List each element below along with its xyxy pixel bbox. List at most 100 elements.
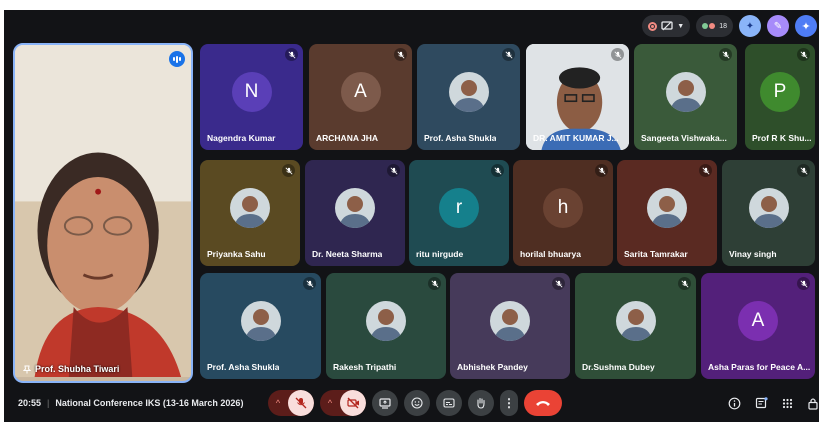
mic-off-icon (797, 164, 810, 177)
participants-button[interactable]: 18 (696, 15, 733, 37)
participant-tile[interactable]: Priyanka Sahu (200, 160, 300, 266)
participant-name: Abhishek Pandey (457, 362, 528, 372)
participant-count: 18 (719, 22, 727, 30)
mic-off-icon (387, 164, 400, 177)
host-controls-icon[interactable] (807, 397, 819, 410)
participant-name: Sarita Tamrakar (624, 249, 688, 259)
mic-off-icon (502, 48, 515, 61)
camera-options-button[interactable]: ^ (320, 390, 340, 416)
participant-name: Rakesh Tripathi (333, 362, 397, 372)
meeting-info: 20:55 | National Conference IKS (13-16 M… (18, 398, 243, 408)
gemini-icon: ✦ (801, 20, 811, 33)
participant-tile[interactable]: DR. AMIT KUMAR J... (526, 44, 629, 150)
meeting-title: National Conference IKS (13-16 March 202… (55, 398, 244, 408)
participant-tile[interactable]: N Nagendra Kumar (200, 44, 303, 150)
mic-off-icon (428, 277, 441, 290)
pinned-participant-tile[interactable]: Prof. Shubha Tiwari (13, 43, 193, 383)
camera-control: ^ (320, 390, 366, 416)
mic-toggle-button[interactable] (288, 390, 314, 416)
avatar (490, 300, 530, 341)
clock-time: 20:55 (18, 398, 42, 408)
participant-name: ARCHANA JHA (316, 133, 379, 143)
avatar: r (439, 187, 479, 228)
mic-off-icon (491, 164, 504, 177)
meeting-stage: ▼ 18 ✦ ✎ ✦ Prof. Shubha Tiwari N Nagendr… (4, 10, 819, 422)
participant-tile[interactable]: h horilal bhuarya (513, 160, 613, 266)
recording-indicator[interactable]: ▼ (642, 15, 691, 37)
gemini-button[interactable]: ✦ (795, 15, 817, 37)
participant-tile[interactable]: A Asha Paras for Peace A... (701, 273, 815, 379)
participant-tile[interactable]: Rakesh Tripathi (326, 273, 446, 379)
participant-name: Sangeeta Vishwaka... (641, 133, 727, 143)
participant-tile[interactable]: r ritu nirgude (409, 160, 509, 266)
participant-tile[interactable]: Sarita Tamrakar (617, 160, 717, 266)
participant-name: horilal bhuarya (520, 249, 581, 259)
avatar (665, 71, 706, 112)
microphone-control: ^ (268, 390, 314, 416)
participant-name: Prof. Asha Shukla (207, 362, 280, 372)
info-icon[interactable] (728, 397, 741, 410)
avatar: A (738, 300, 778, 341)
participant-name: Prof. Asha Shukla (424, 133, 497, 143)
avatar: h (543, 187, 583, 228)
participant-tile[interactable]: Dr. Neeta Sharma (305, 160, 405, 266)
more-options-button[interactable]: ⋮ (500, 390, 518, 416)
chat-icon[interactable] (755, 396, 768, 410)
separator: | (47, 398, 50, 408)
avatar (230, 187, 270, 228)
avatar (240, 300, 281, 341)
more-vert-icon: ⋮ (503, 396, 515, 410)
avatar (448, 71, 489, 112)
avatar (366, 300, 406, 341)
speaking-indicator-icon (169, 51, 185, 67)
mic-off-icon (611, 48, 624, 61)
pin-icon (23, 365, 31, 373)
participant-name: Nagendra Kumar (207, 133, 276, 143)
camera-toggle-button[interactable] (340, 390, 366, 416)
participant-tile[interactable]: Abhishek Pandey (450, 273, 570, 379)
participant-name: Dr.Sushma Dubey (582, 362, 655, 372)
pinned-participant-name-row: Prof. Shubha Tiwari (23, 364, 119, 374)
participant-name: Asha Paras for Peace A... (708, 362, 811, 372)
present-screen-button[interactable] (372, 390, 398, 416)
mic-options-button[interactable]: ^ (268, 390, 288, 416)
avatar (335, 187, 375, 228)
raise-hand-button[interactable] (468, 390, 494, 416)
participant-tile[interactable]: Vinay singh (722, 160, 815, 266)
mic-off-icon (552, 277, 565, 290)
effects-button[interactable]: ✎ (767, 15, 789, 37)
participant-tile[interactable]: A ARCHANA JHA (309, 44, 412, 150)
participant-name: Priyanka Sahu (207, 249, 266, 259)
leave-call-button[interactable] (524, 390, 562, 416)
mic-off-icon (797, 277, 810, 290)
participant-name: ritu nirgude (416, 249, 464, 259)
mic-off-icon (285, 48, 298, 61)
sparkle-icon: ✎ (773, 20, 783, 32)
shapes-icon: ✦ (745, 20, 755, 32)
participant-tile[interactable]: Prof. Asha Shukla (200, 273, 321, 379)
people-icon (702, 23, 716, 29)
captions-button[interactable] (436, 390, 462, 416)
participant-tile[interactable]: Sangeeta Vishwaka... (634, 44, 737, 150)
emoji-icon (411, 397, 423, 409)
camera-off-icon (346, 397, 359, 409)
present-icon (379, 397, 391, 409)
chevron-up-icon: ^ (327, 398, 333, 408)
captions-icon (443, 398, 455, 408)
mic-off-icon (719, 48, 732, 61)
avatar: N (231, 71, 272, 112)
mic-off-icon (699, 164, 712, 177)
side-controls (728, 396, 819, 410)
top-bar: ▼ 18 ✦ ✎ ✦ (642, 13, 817, 39)
participant-tile[interactable]: Dr.Sushma Dubey (575, 273, 696, 379)
reactions-button[interactable] (404, 390, 430, 416)
participant-tile[interactable]: Prof. Asha Shukla (417, 44, 520, 150)
bottom-bar: 20:55 | National Conference IKS (13-16 M… (4, 384, 819, 422)
activities-button[interactable]: ✦ (739, 15, 761, 37)
mic-off-icon (797, 48, 810, 61)
call-controls: ^ ^ ⋮ (268, 390, 562, 416)
chevron-down-icon: ▼ (677, 22, 685, 30)
apps-grid-icon[interactable] (782, 398, 793, 409)
participant-tile[interactable]: P Prof R K Shu... (745, 44, 815, 150)
participant-name: Vinay singh (729, 249, 777, 259)
